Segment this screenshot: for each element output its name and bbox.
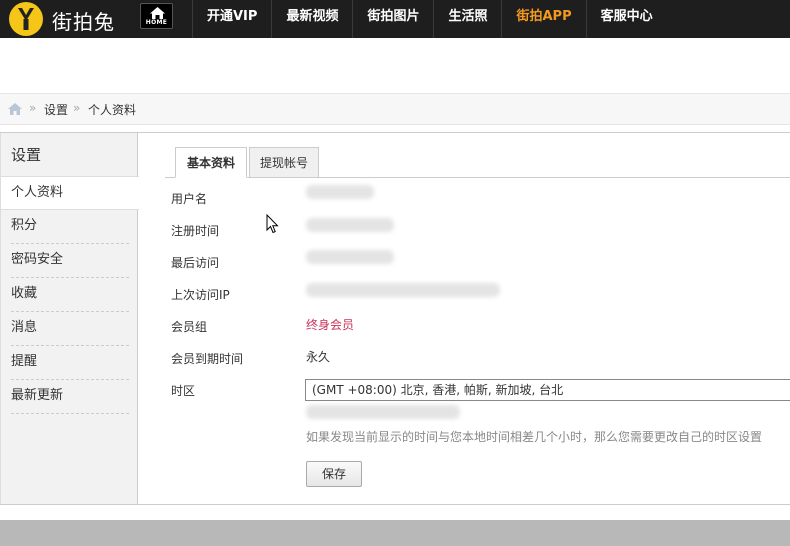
mouse-cursor-icon: [266, 214, 279, 234]
breadcrumb-separator: »: [73, 101, 81, 115]
home-button[interactable]: HOME: [140, 3, 173, 29]
sidebar-item-profile[interactable]: 个人资料: [1, 176, 139, 210]
settings-panel: 设置 个人资料 积分 密码安全 收藏 消息 提醒 最新更新 基本资料 提现帐号 …: [0, 132, 790, 505]
register-time-redacted: [306, 218, 394, 232]
nav-item-vip[interactable]: 开通VIP: [192, 0, 271, 38]
member-group-value[interactable]: 终身会员: [306, 316, 354, 333]
sidebar-item-reminders[interactable]: 提醒: [11, 346, 129, 380]
timezone-label: 时区: [171, 384, 196, 398]
settings-sidebar: 设置 个人资料 积分 密码安全 收藏 消息 提醒 最新更新: [0, 133, 139, 504]
timezone-select[interactable]: (GMT +08:00) 北京, 香港, 帕斯, 新加坡, 台北: [305, 379, 790, 401]
home-label: HOME: [145, 19, 168, 26]
tab-basic-info[interactable]: 基本资料: [175, 147, 247, 178]
last-visit-label: 最后访问: [171, 256, 220, 270]
breadcrumb-profile[interactable]: 个人资料: [88, 101, 136, 118]
username-label: 用户名: [171, 192, 208, 206]
timezone-note-redacted: [306, 405, 460, 419]
rabbit-logo-icon[interactable]: [4, 1, 48, 37]
home-icon[interactable]: [8, 103, 22, 115]
site-brand-name[interactable]: 街拍兔: [52, 6, 115, 35]
expire-time-value: 永久: [306, 350, 331, 364]
sidebar-item-password[interactable]: 密码安全: [11, 244, 129, 278]
timezone-hint: 如果发现当前显示的时间与您本地时间相差几个小时，那么您需要更改自己的时区设置: [306, 430, 763, 444]
sidebar-item-updates[interactable]: 最新更新: [11, 380, 129, 414]
sidebar-title: 设置: [11, 146, 42, 164]
top-nav-bar: 街拍兔 HOME 开通VIP 最新视频 街拍图片 生活照 街拍APP 客服中心: [0, 0, 790, 38]
last-visit-redacted: [306, 250, 394, 264]
footer-band: [0, 520, 790, 546]
breadcrumb-separator: »: [29, 101, 37, 115]
nav-item-life-photos[interactable]: 生活照: [433, 0, 501, 38]
nav-item-latest-videos[interactable]: 最新视频: [271, 0, 352, 38]
member-group-label: 会员组: [171, 320, 208, 334]
nav-item-customer-service[interactable]: 客服中心: [585, 0, 667, 38]
breadcrumb: » 设置 » 个人资料: [0, 93, 790, 125]
sidebar-item-messages[interactable]: 消息: [11, 312, 129, 346]
main-nav: 开通VIP 最新视频 街拍图片 生活照 街拍APP 客服中心: [192, 0, 667, 38]
tab-withdraw-account[interactable]: 提现帐号: [249, 147, 319, 178]
sidebar-item-points[interactable]: 积分: [11, 210, 129, 244]
breadcrumb-settings[interactable]: 设置: [44, 101, 68, 118]
register-time-label: 注册时间: [171, 224, 220, 238]
username-value-redacted: [306, 185, 374, 199]
sidebar-item-favorites[interactable]: 收藏: [11, 278, 129, 312]
nav-item-app[interactable]: 街拍APP: [501, 0, 585, 38]
last-ip-label: 上次访问IP: [171, 288, 230, 302]
last-ip-redacted: [306, 283, 500, 297]
nav-item-street-photos[interactable]: 街拍图片: [352, 0, 433, 38]
save-button[interactable]: 保存: [306, 461, 362, 487]
expire-time-label: 会员到期时间: [171, 352, 244, 366]
